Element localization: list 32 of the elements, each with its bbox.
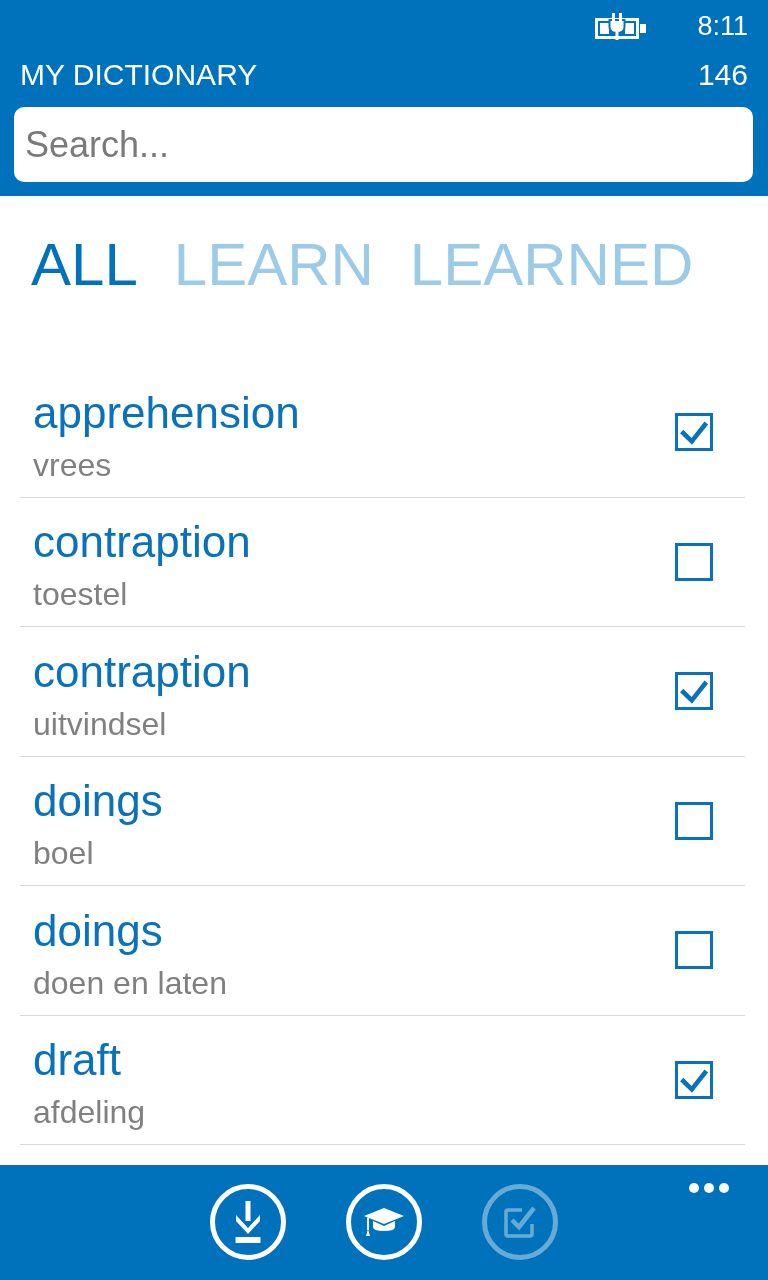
pivot-tab[interactable]: LEARNED xyxy=(409,230,694,300)
word-translation: doen en laten xyxy=(33,963,228,1003)
word-translation: uitvindsel xyxy=(33,704,168,744)
word-term: draft xyxy=(33,1034,123,1086)
word-term: doings xyxy=(33,775,164,827)
checkbox[interactable] xyxy=(675,542,713,581)
word-term: doings xyxy=(33,904,164,957)
checkbox[interactable] xyxy=(675,413,713,452)
download-icon xyxy=(235,1201,261,1243)
word-translation: boel xyxy=(33,834,95,873)
study-button[interactable] xyxy=(346,1184,422,1260)
app-title: MY DICTIONARY xyxy=(20,57,258,93)
download-button[interactable] xyxy=(210,1184,286,1260)
pivot-tab[interactable]: ALL xyxy=(31,230,138,300)
battery-charging-icon xyxy=(595,12,648,40)
word-term: contraption xyxy=(33,645,252,698)
checkbox[interactable] xyxy=(675,672,713,711)
more-icon[interactable] xyxy=(688,1182,730,1194)
pivot-tab[interactable]: LEARN xyxy=(173,230,374,300)
checkbox[interactable] xyxy=(675,801,713,840)
word-translation: vrees xyxy=(33,445,113,485)
checkbox-tick-icon xyxy=(504,1206,536,1238)
word-translation: toestel xyxy=(33,575,129,614)
graduation-cap-icon xyxy=(364,1208,404,1236)
word-term: apprehension xyxy=(33,386,301,439)
checkbox[interactable] xyxy=(675,931,713,970)
checkbox[interactable] xyxy=(675,1060,713,1099)
search-field[interactable]: Search... xyxy=(14,107,753,182)
word-term: contraption xyxy=(33,516,252,568)
clock-time: 8:11 xyxy=(697,10,748,42)
word-count: 146 xyxy=(697,57,748,93)
word-translation: afdeling xyxy=(33,1093,147,1132)
